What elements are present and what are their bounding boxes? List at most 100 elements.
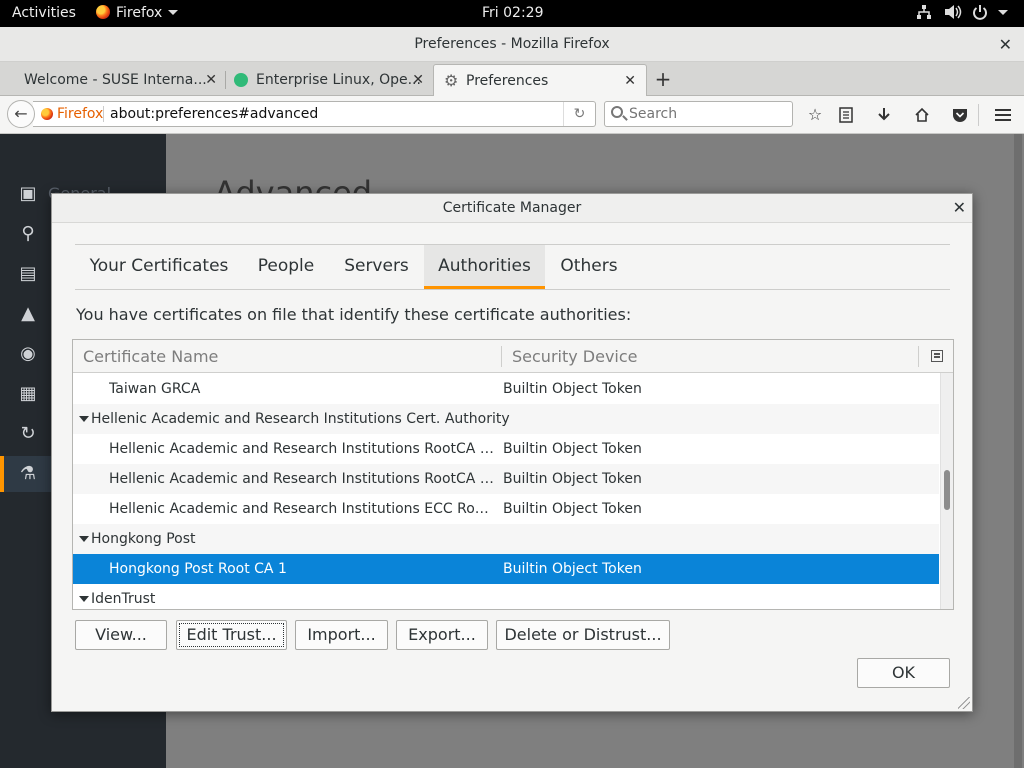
column-picker-icon[interactable]: [931, 350, 943, 362]
cert-group-name: Hongkong Post: [91, 531, 196, 547]
reload-icon[interactable]: ↻: [563, 102, 595, 126]
tree-header: Certificate Name Security Device: [73, 340, 953, 373]
network-icon[interactable]: [916, 0, 932, 27]
suse-favicon-icon: [234, 73, 248, 87]
clock[interactable]: Fri 02:29: [482, 0, 543, 27]
tab-close-icon[interactable]: ✕: [624, 65, 636, 96]
hamburger-menu-icon[interactable]: [990, 102, 1016, 128]
privacy-mask-icon[interactable]: ◉: [18, 344, 38, 364]
cert-device: Builtin Object Token: [503, 471, 642, 487]
certificate-tree[interactable]: Certificate Name Security Device Taiwan …: [72, 339, 954, 610]
downloads-icon[interactable]: [871, 102, 897, 128]
tab-close-icon[interactable]: ✕: [205, 64, 217, 96]
cert-name: Hellenic Academic and Research Instituti…: [109, 471, 497, 487]
tab-authorities[interactable]: Authorities: [424, 245, 545, 289]
tab-label: Welcome - SUSE Interna...: [24, 72, 207, 88]
tab-others[interactable]: Others: [545, 245, 633, 289]
search-icon: [611, 106, 623, 118]
pocket-icon[interactable]: [947, 102, 973, 128]
home-icon[interactable]: [909, 102, 935, 128]
url-bar[interactable]: Firefox about:preferences#advanced ↻: [33, 101, 596, 127]
view-button[interactable]: View...: [75, 620, 167, 650]
tree-scrollbar[interactable]: [940, 373, 953, 609]
navigation-toolbar: Firefox about:preferences#advanced ↻ ← ☆: [0, 96, 1024, 134]
window-titlebar: Preferences - Mozilla Firefox ✕: [0, 27, 1024, 62]
firefox-icon: [41, 108, 53, 120]
sidebar-active-indicator: [0, 456, 4, 492]
identity-label: Firefox: [57, 106, 104, 122]
security-lock-icon[interactable]: ▦: [18, 384, 38, 404]
tree-row[interactable]: Hellenic Academic and Research Instituti…: [73, 434, 939, 464]
firefox-icon: [96, 5, 110, 19]
volume-icon[interactable]: [944, 0, 962, 27]
cert-name: Hongkong Post Root CA 1: [109, 561, 287, 577]
export-button[interactable]: Export...: [396, 620, 488, 650]
certificate-manager-dialog: Certificate Manager ✕ Your Certificates …: [51, 193, 973, 712]
back-button[interactable]: ←: [7, 100, 35, 128]
url-text[interactable]: about:preferences#advanced: [110, 102, 318, 126]
tree-group-row[interactable]: IdenTrust: [73, 584, 939, 609]
search-bar[interactable]: [604, 101, 793, 127]
tab-strip: Welcome - SUSE Interna... ✕ Enterprise L…: [0, 62, 1024, 96]
cert-group-name: IdenTrust: [91, 591, 156, 607]
content-icon[interactable]: ▤: [18, 264, 38, 284]
cert-name: Taiwan GRCA: [109, 381, 201, 397]
tree-group-row[interactable]: Hongkong Post: [73, 524, 939, 554]
tab-enterprise-linux[interactable]: Enterprise Linux, Ope... ✕: [226, 64, 432, 96]
app-menu[interactable]: Firefox: [96, 0, 179, 27]
general-icon[interactable]: ▣: [18, 184, 38, 204]
ok-button[interactable]: OK: [857, 658, 950, 688]
tab-close-icon[interactable]: ✕: [412, 64, 424, 96]
tab-suse[interactable]: Welcome - SUSE Interna... ✕: [0, 64, 225, 96]
new-tab-button[interactable]: +: [652, 64, 674, 94]
cert-tabs: Your Certificates People Servers Authori…: [75, 244, 950, 290]
cert-device: Builtin Object Token: [503, 381, 642, 397]
cert-device: Builtin Object Token: [503, 561, 642, 577]
page-scrollbar[interactable]: [1014, 134, 1022, 768]
dialog-close-button[interactable]: ✕: [953, 194, 966, 221]
dialog-title: Certificate Manager: [442, 200, 582, 216]
tree-row[interactable]: Taiwan GRCA Builtin Object Token: [73, 374, 939, 404]
cert-name: Hellenic Academic and Research Instituti…: [109, 441, 497, 457]
column-certificate-name[interactable]: Certificate Name: [83, 340, 218, 373]
tree-group-row[interactable]: Hellenic Academic and Research Instituti…: [73, 404, 939, 434]
tab-people[interactable]: People: [243, 245, 329, 289]
tree-row[interactable]: Hellenic Academic and Research Instituti…: [73, 464, 939, 494]
window-close-button[interactable]: ✕: [999, 27, 1012, 62]
back-arrow-icon: ←: [14, 104, 28, 123]
chevron-down-icon: [168, 10, 179, 15]
tab-servers[interactable]: Servers: [329, 245, 424, 289]
tab-preferences[interactable]: ⚙ Preferences ✕: [433, 64, 647, 96]
twisty-expanded-icon[interactable]: [79, 416, 89, 422]
tab-label: Preferences: [466, 73, 549, 89]
activities-button[interactable]: Activities: [12, 0, 76, 27]
import-button[interactable]: Import...: [295, 620, 388, 650]
chevron-down-icon: [998, 10, 1008, 15]
tab-your-certificates[interactable]: Your Certificates: [75, 245, 243, 289]
advanced-wizard-icon[interactable]: ⚗: [18, 464, 38, 484]
column-security-device[interactable]: Security Device: [512, 340, 638, 373]
delete-or-distrust-button[interactable]: Delete or Distrust...: [496, 620, 670, 650]
twisty-expanded-icon[interactable]: [79, 596, 89, 602]
power-icon: [973, 5, 987, 20]
applications-icon[interactable]: ▲: [18, 304, 38, 324]
twisty-expanded-icon[interactable]: [79, 536, 89, 542]
identity-box[interactable]: Firefox: [41, 102, 103, 126]
search-icon[interactable]: ⚲: [18, 224, 38, 244]
sync-icon[interactable]: ↻: [18, 424, 38, 444]
cert-device: Builtin Object Token: [503, 501, 642, 517]
power-menu[interactable]: [972, 0, 1008, 27]
gnome-top-bar: Activities Firefox Fri 02:29: [0, 0, 1024, 27]
bookmarks-menu-icon[interactable]: [833, 102, 859, 128]
bookmark-star-icon[interactable]: ☆: [802, 102, 828, 128]
cert-group-name: Hellenic Academic and Research Instituti…: [91, 411, 510, 427]
tree-scrollbar-thumb[interactable]: [944, 470, 950, 510]
app-menu-label: Firefox: [116, 5, 163, 21]
tree-row-selected[interactable]: Hongkong Post Root CA 1 Builtin Object T…: [73, 554, 939, 584]
cert-device: Builtin Object Token: [503, 441, 642, 457]
tree-row[interactable]: Hellenic Academic and Research Instituti…: [73, 494, 939, 524]
search-input[interactable]: [629, 104, 789, 124]
cert-name: Hellenic Academic and Research Instituti…: [109, 501, 497, 517]
edit-trust-button[interactable]: Edit Trust...: [176, 620, 287, 650]
resize-grip-icon[interactable]: [958, 697, 970, 709]
